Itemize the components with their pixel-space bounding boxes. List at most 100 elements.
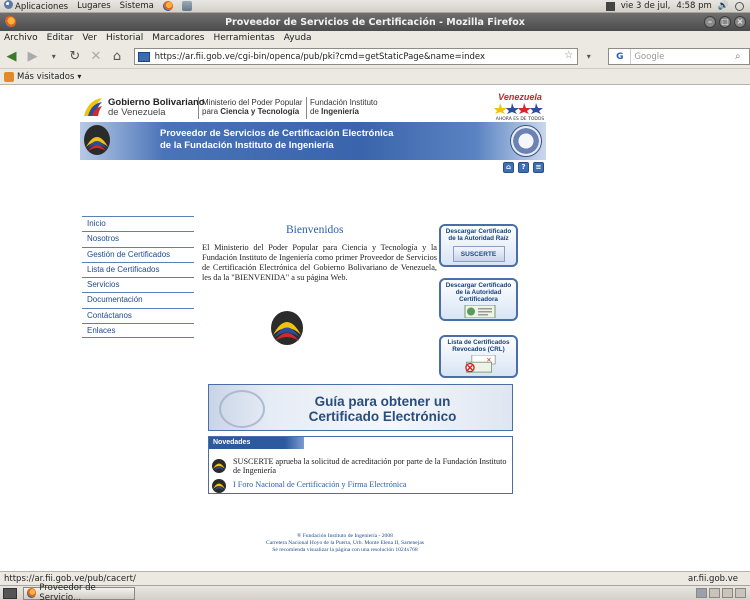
venezuela-logo: Venezuela AHORA ES DE TODOS	[494, 92, 545, 122]
nav-item-enlaces[interactable]: Enlaces	[82, 323, 194, 339]
dropdown-icon[interactable]: ▾	[46, 49, 61, 65]
news-box: Novedades SUSCERTE aprueba la solicitud …	[208, 436, 513, 494]
site-identity-icon[interactable]	[137, 52, 150, 62]
workspace-2[interactable]	[709, 588, 720, 598]
firefox-launcher-icon[interactable]	[162, 1, 173, 11]
news-item[interactable]: SUSCERTE aprueba la solicitud de acredit…	[211, 457, 511, 475]
intro-paragraph: El Ministerio del Poder Popular para Cie…	[202, 243, 437, 282]
revoked-certificate-icon: ✕	[464, 354, 496, 373]
divider	[306, 97, 307, 119]
menu-historial[interactable]: Historial	[106, 33, 143, 43]
top-panel: Aplicaciones Lugares Sistema vie 3 de ju…	[0, 0, 750, 13]
window-title: Proveedor de Servicios de Certificación …	[225, 16, 525, 28]
package-launcher-icon[interactable]	[181, 1, 192, 11]
most-visited-bookmark[interactable]: Más visitados	[17, 72, 74, 82]
clock-time[interactable]: 4:58 pm	[676, 1, 711, 11]
minimize-button[interactable]: –	[704, 16, 716, 28]
download-ca-cert-button[interactable]: Descargar Certificado de la Autoridad Ce…	[439, 278, 518, 321]
menu-marcadores[interactable]: Marcadores	[152, 33, 204, 43]
reload-icon[interactable]: ↻	[67, 49, 82, 65]
sidebar-nav: Inicio Nosotros Gestión de Certificados …	[82, 216, 194, 339]
places-menu[interactable]: Lugares	[77, 1, 111, 11]
nav-item-lista-certificados[interactable]: Lista de Certificados	[82, 261, 194, 277]
guide-title: Guía para obtener un Certificado Electró…	[308, 394, 457, 424]
fii-emblem-logo	[271, 311, 303, 345]
status-host: ar.fii.gob.ve	[688, 573, 738, 584]
url-input[interactable]: https://ar.fii.gob.ve/cgi-bin/openca/pub…	[133, 48, 579, 65]
nav-item-nosotros[interactable]: Nosotros	[82, 231, 194, 246]
network-icon[interactable]	[605, 1, 615, 11]
gobierno-text: Gobierno Bolivariano de Venezuela	[108, 97, 205, 118]
maximize-button[interactable]: □	[719, 16, 731, 28]
workspace-4[interactable]	[735, 588, 746, 598]
fundacion-text: Fundación Instituto de Ingeniería	[310, 98, 378, 116]
firefox-icon	[27, 588, 37, 598]
search-icon[interactable]: ⌕	[735, 51, 749, 62]
clock-date[interactable]: vie 3 de jul,	[621, 1, 671, 11]
search-placeholder: Google	[634, 51, 665, 62]
bookmark-star-icon[interactable]: ☆	[564, 50, 573, 61]
fii-bullet-icon	[212, 479, 226, 493]
page-content: Gobierno Bolivariano de Venezuela Minist…	[0, 85, 750, 571]
stop-icon[interactable]: ✕	[88, 49, 103, 65]
news-item[interactable]: I Foro Nacional de Certificación y Firma…	[211, 477, 511, 493]
back-icon[interactable]: ◀	[4, 49, 19, 65]
nav-item-contactanos[interactable]: Contáctanos	[82, 307, 194, 323]
workspace-1[interactable]	[696, 588, 707, 598]
download-root-ca-button[interactable]: Descargar Certificado de la Autoridad Ra…	[439, 224, 518, 267]
guide-banner-link[interactable]: Guía para obtener un Certificado Electró…	[208, 384, 513, 431]
suscerte-logo: SUSCERTE	[452, 246, 505, 262]
bookmarks-toolbar: Más visitados ▾	[0, 69, 750, 85]
help-icon[interactable]: ?	[518, 162, 529, 173]
fii-bullet-icon	[212, 459, 226, 473]
gnome-foot-icon	[4, 0, 13, 9]
gobierno-bolivariano-logo	[84, 98, 102, 116]
certificate-icon	[464, 304, 495, 319]
welcome-heading: Bienvenidos	[286, 224, 344, 236]
fingerprint-icon	[219, 390, 265, 428]
most-visited-icon	[4, 71, 14, 82]
forward-icon[interactable]: ▶	[25, 49, 40, 65]
nav-item-documentacion[interactable]: Documentación	[82, 292, 194, 307]
window-menu-icon[interactable]	[4, 16, 16, 28]
nav-item-servicios[interactable]: Servicios	[82, 277, 194, 292]
chevron-down-icon[interactable]: ▾	[77, 72, 81, 81]
system-menu[interactable]: Sistema	[120, 1, 154, 11]
menu-archivo[interactable]: Archivo	[4, 33, 38, 43]
close-button[interactable]: ×	[734, 16, 746, 28]
url-text: https://ar.fii.gob.ve/cgi-bin/openca/pub…	[154, 51, 486, 62]
power-icon[interactable]	[735, 1, 744, 11]
taskbar-window-button[interactable]: Proveedor de Servicio...	[23, 583, 135, 600]
applications-menu[interactable]: Aplicaciones	[4, 0, 68, 12]
home-icon[interactable]: ⌂	[109, 49, 124, 65]
workspace-switcher[interactable]	[696, 588, 750, 598]
menu-ver[interactable]: Ver	[82, 33, 97, 43]
banner-title: Proveedor de Servicios de Certificación …	[160, 128, 394, 151]
workspace-3[interactable]	[722, 588, 733, 598]
nav-item-gestion-certificados[interactable]: Gestión de Certificados	[82, 246, 194, 262]
divider	[198, 97, 199, 119]
url-history-dropdown-icon[interactable]: ▾	[581, 49, 596, 65]
crl-list-button[interactable]: Lista de Certificados Revocados (CRL) ✕	[439, 335, 518, 378]
menubar: Archivo Editar Ver Historial Marcadores …	[0, 31, 750, 45]
page-footer: ® Fundación Instituto de Ingeniería - 20…	[266, 533, 424, 553]
ministerio-text: Ministerio del Poder Popular para Cienci…	[202, 98, 303, 116]
window-titlebar[interactable]: Proveedor de Servicios de Certificación …	[0, 13, 750, 31]
menu-editar[interactable]: Editar	[47, 33, 74, 43]
news-heading: Novedades	[209, 437, 304, 449]
bottom-panel: Proveedor de Servicio...	[0, 583, 750, 600]
nav-item-inicio[interactable]: Inicio	[82, 216, 194, 231]
menu-herramientas[interactable]: Herramientas	[213, 33, 274, 43]
search-input[interactable]: G Google ⌕	[608, 48, 750, 65]
google-icon[interactable]: G	[609, 49, 632, 64]
menu-ayuda[interactable]: Ayuda	[284, 33, 312, 43]
emblem-icon	[510, 125, 542, 157]
show-desktop-button[interactable]	[3, 587, 17, 599]
status-url: https://ar.fii.gob.ve/pub/cacert/	[4, 573, 136, 584]
site-banner: Proveedor de Servicios de Certificación …	[80, 122, 546, 160]
home-icon[interactable]: ⌂	[503, 162, 514, 173]
volume-icon[interactable]: 🔊	[718, 1, 729, 11]
header-logos: Gobierno Bolivariano de Venezuela Minist…	[80, 92, 546, 126]
navigation-toolbar: ◀ ▶ ▾ ↻ ✕ ⌂ https://ar.fii.gob.ve/cgi-bi…	[0, 45, 750, 69]
sitemap-icon[interactable]: ≡	[533, 162, 544, 173]
